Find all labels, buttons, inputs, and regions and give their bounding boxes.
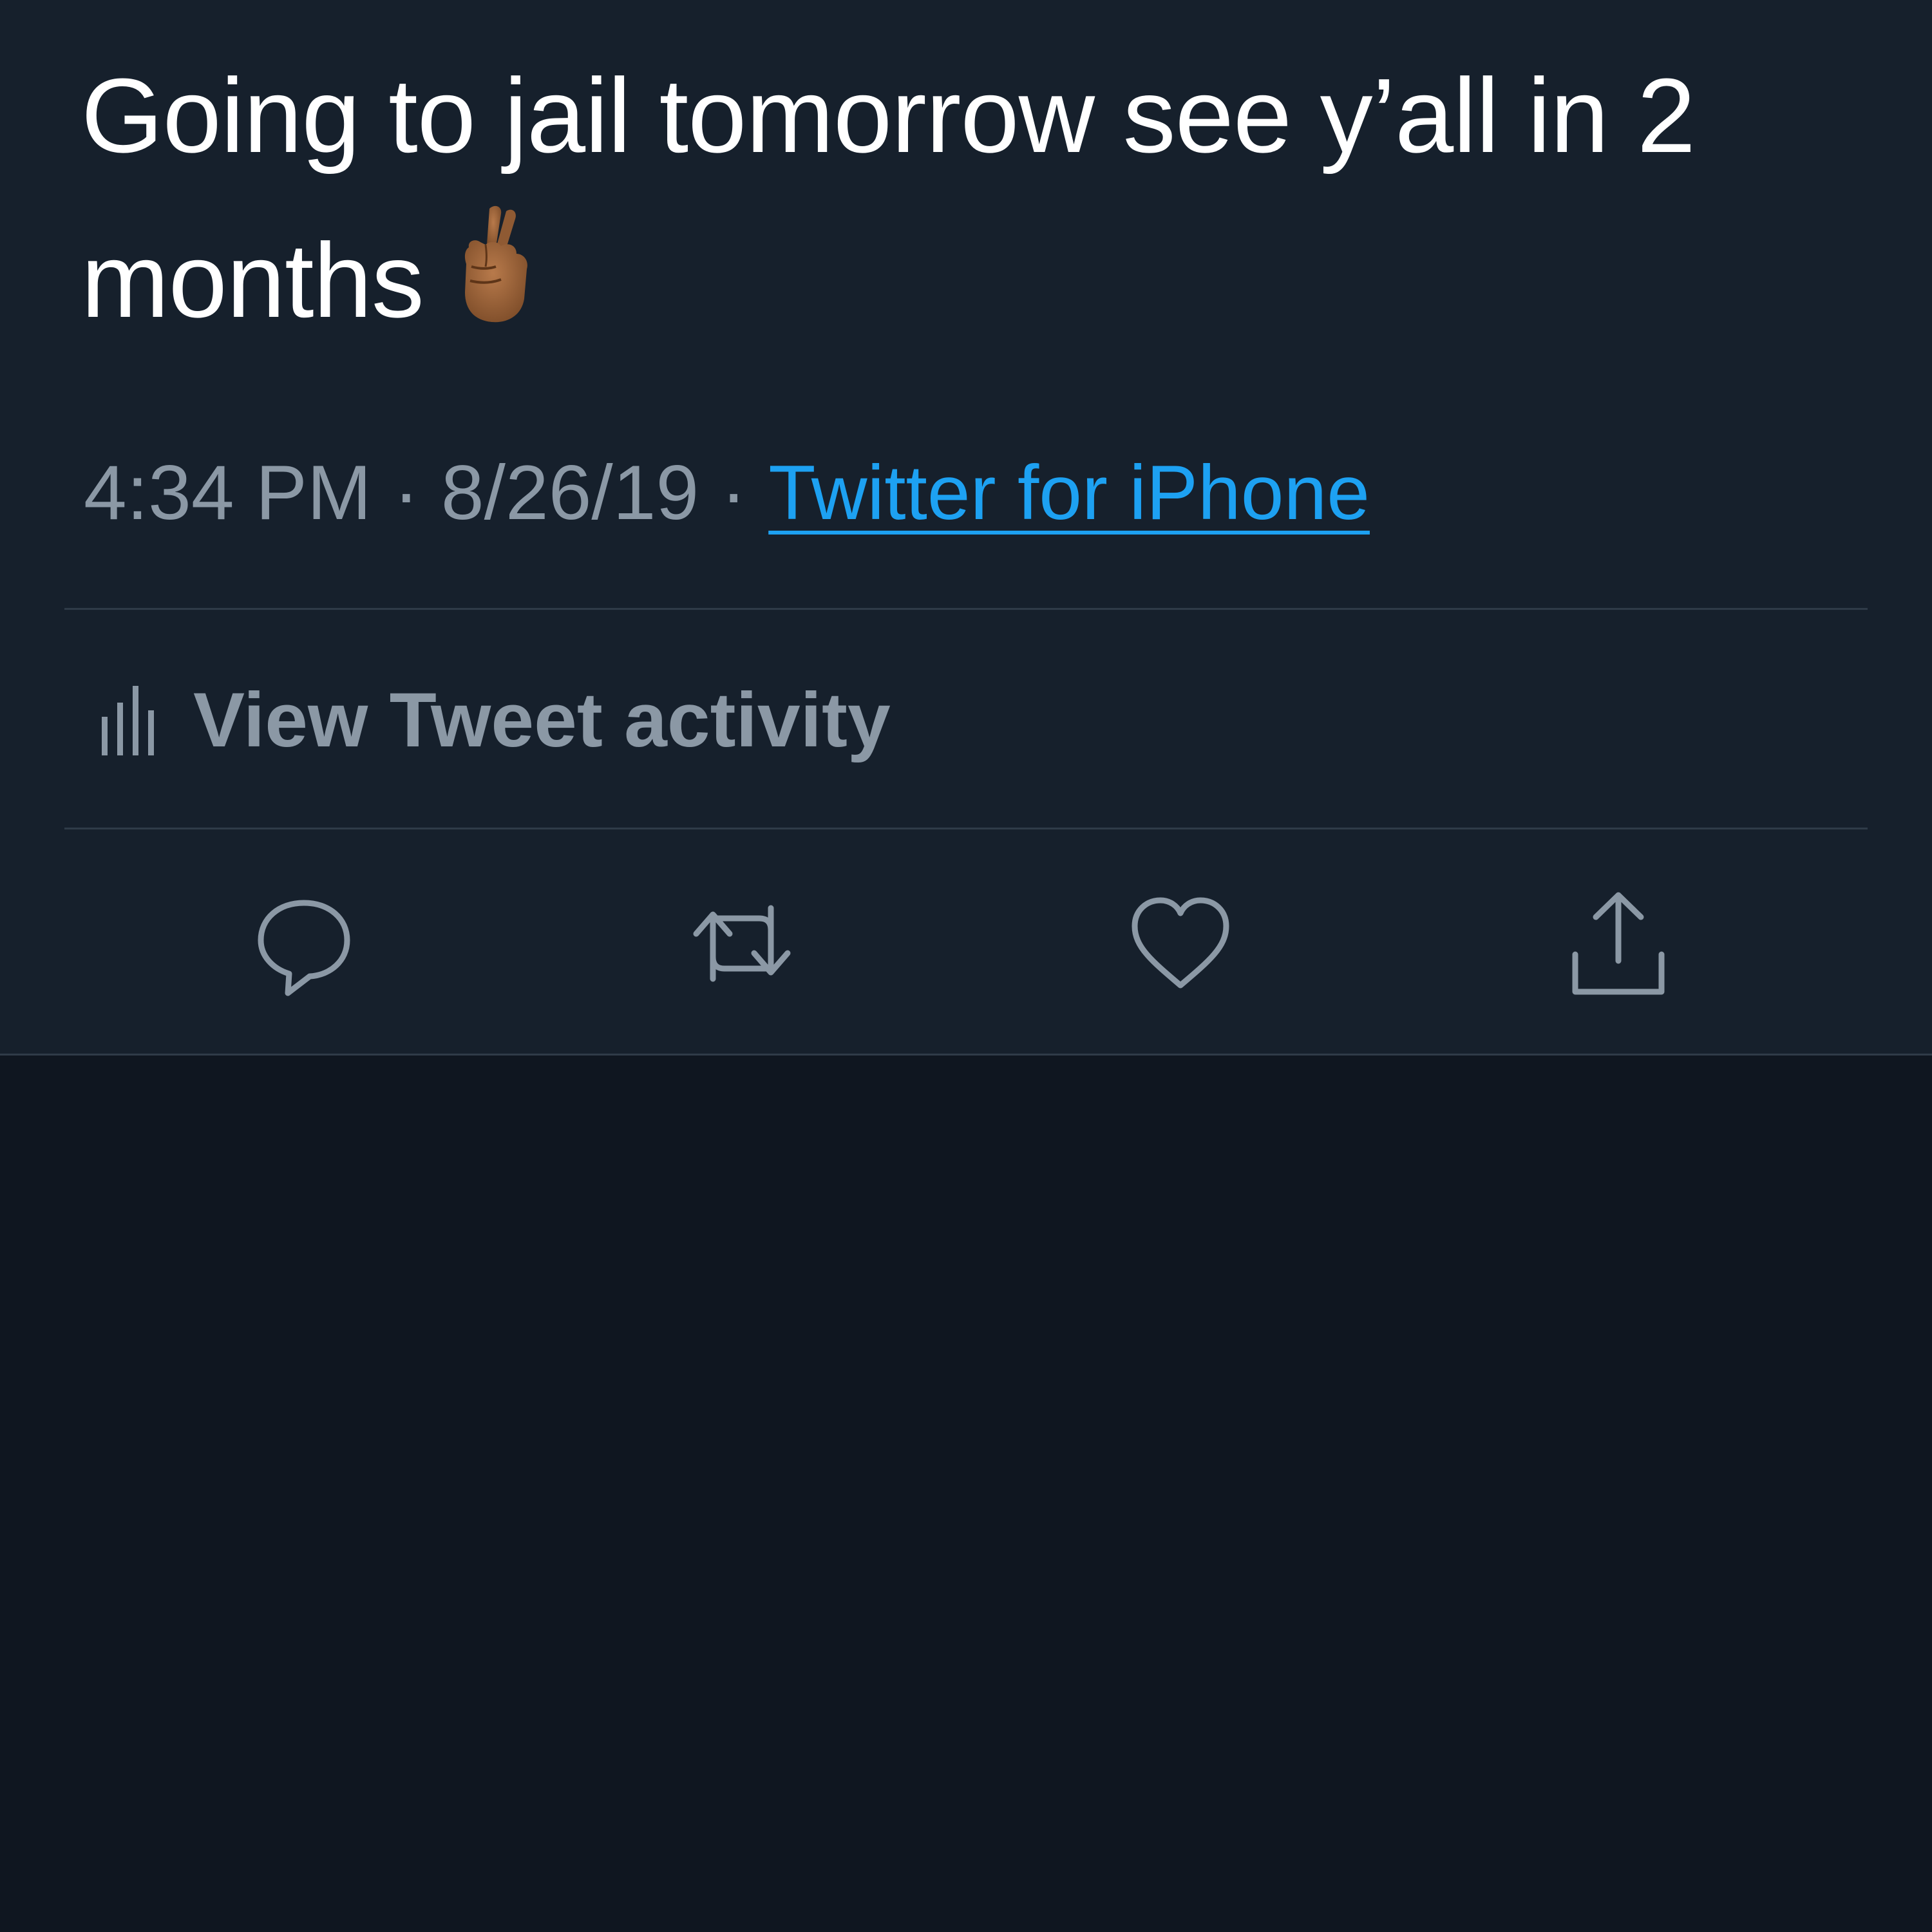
view-tweet-activity-label: View Tweet activity (193, 676, 891, 763)
divider (64, 608, 1868, 610)
tweet-body: Going to jail tomorrow see y’all in 2 mo… (81, 57, 1696, 339)
reply-button[interactable] (240, 889, 368, 998)
retweet-button[interactable] (677, 889, 806, 998)
meta-separator: · (721, 450, 747, 536)
heart-icon (1132, 897, 1229, 989)
share-button[interactable] (1554, 889, 1683, 998)
meta-separator: · (393, 450, 419, 536)
bar-chart-icon (102, 685, 154, 755)
card-bottom-border (0, 1054, 1932, 1056)
tweet-time: 4:34 PM (84, 450, 372, 536)
share-upload-icon (1572, 892, 1665, 995)
tweet-source-link[interactable]: Twitter for iPhone (768, 450, 1370, 536)
retweet-arrows-icon (693, 905, 791, 982)
crossed-fingers-emoji (464, 205, 527, 323)
tweet-detail-card: Going to jail tomorrow see y’all in 2 mo… (0, 0, 1932, 1055)
like-button[interactable] (1116, 889, 1245, 998)
speech-bubble-icon (258, 900, 350, 996)
tweet-date: 8/26/19 (440, 450, 699, 536)
view-tweet-activity-button[interactable]: View Tweet activity (64, 612, 1868, 828)
divider (64, 828, 1868, 829)
tweet-text: Going to jail tomorrow see y’all in 2 mo… (81, 33, 1820, 363)
tweet-meta: 4:34 PM · 8/26/19 · Twitter for iPhone (84, 444, 1370, 541)
